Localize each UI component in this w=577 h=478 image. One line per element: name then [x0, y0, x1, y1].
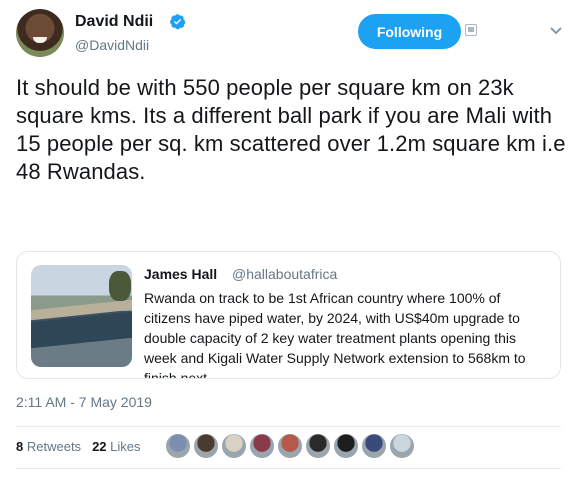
tweet-text: It should be with 550 people per square … [16, 75, 566, 184]
likes-label: Likes [110, 439, 141, 454]
author-handle[interactable]: @DavidNdii [75, 37, 149, 53]
engagement-stats: 8 Retweets 22 Likes [16, 439, 141, 454]
following-button[interactable]: Following [358, 14, 461, 49]
liker-avatar[interactable] [222, 434, 246, 458]
liker-avatar[interactable] [194, 434, 218, 458]
avatar-smile [33, 37, 47, 43]
quoted-tweet-image[interactable] [31, 265, 132, 367]
quoted-author-handle: @hallaboutafrica [232, 266, 338, 282]
verified-badge-icon [170, 14, 186, 30]
liker-avatar[interactable] [306, 434, 330, 458]
likes-stat[interactable]: 22 Likes [92, 439, 140, 454]
retweets-count: 8 [16, 439, 24, 454]
liker-avatar[interactable] [166, 434, 190, 458]
image-tree [109, 271, 131, 301]
liker-avatar[interactable] [278, 434, 302, 458]
author-avatar[interactable] [16, 9, 64, 57]
quoted-tweet[interactable]: James Hall @hallaboutafrica Rwanda on tr… [16, 251, 561, 379]
follow-options-icon[interactable] [465, 24, 477, 36]
likers-avatars [166, 434, 414, 458]
chevron-down-icon[interactable] [549, 26, 563, 36]
liker-avatar[interactable] [250, 434, 274, 458]
quoted-tweet-text: Rwanda on track to be 1st African countr… [144, 290, 526, 379]
tweet-timestamp[interactable]: 2:11 AM - 7 May 2019 [16, 394, 152, 410]
retweets-label: Retweets [26, 439, 82, 454]
likes-count: 22 [92, 439, 107, 454]
retweets-stat[interactable]: 8 Retweets [16, 439, 81, 454]
quoted-author-name: James Hall [144, 266, 218, 282]
stats-divider-top [16, 426, 561, 427]
author-name[interactable]: David Ndii [75, 13, 153, 31]
liker-avatar[interactable] [390, 434, 414, 458]
liker-avatar[interactable] [334, 434, 358, 458]
stats-divider-bottom [16, 468, 561, 469]
liker-avatar[interactable] [362, 434, 386, 458]
